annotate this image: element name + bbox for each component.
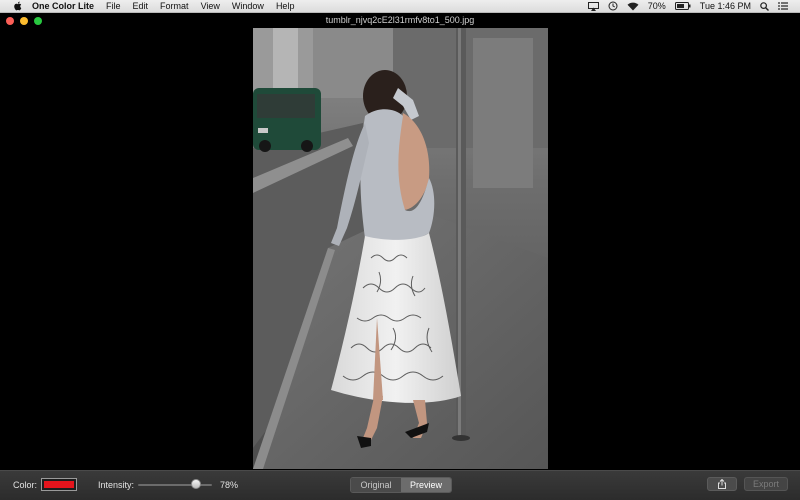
intensity-slider-knob[interactable] — [190, 479, 201, 489]
color-swatch[interactable] — [41, 478, 77, 491]
original-view-button[interactable]: Original — [351, 478, 401, 492]
menu-help[interactable]: Help — [276, 1, 295, 11]
share-icon — [718, 479, 726, 489]
menu-view[interactable]: View — [201, 1, 220, 11]
photo-preview[interactable] — [253, 28, 548, 469]
intensity-slider[interactable] — [138, 484, 212, 486]
intensity-value: 78% — [220, 480, 239, 490]
view-mode-segmented-control: Original Preview — [350, 477, 452, 493]
preview-view-button[interactable]: Preview — [401, 478, 451, 492]
menu-file[interactable]: File — [106, 1, 121, 11]
window-titlebar: tumblr_njvq2cE2l31rmfv8to1_500.jpg — [0, 13, 800, 28]
app-menu[interactable]: One Color Lite — [32, 1, 94, 11]
share-button[interactable] — [707, 477, 737, 491]
menu-bar: One Color Lite File Edit Format View Win… — [0, 0, 800, 13]
apple-menu-icon[interactable] — [10, 0, 24, 13]
menu-edit[interactable]: Edit — [133, 1, 149, 11]
menu-window[interactable]: Window — [232, 1, 264, 11]
export-button[interactable]: Export — [744, 477, 788, 491]
color-label: Color: — [13, 480, 38, 490]
menu-format[interactable]: Format — [160, 1, 189, 11]
intensity-label: Intensity: — [98, 480, 135, 490]
battery-percent: 70% — [647, 1, 666, 11]
notification-center-icon[interactable] — [778, 2, 788, 10]
spotlight-search-icon[interactable] — [760, 1, 769, 11]
color-swatch-fill — [44, 481, 74, 488]
window-title: tumblr_njvq2cE2l31rmfv8to1_500.jpg — [325, 15, 475, 25]
wifi-icon[interactable] — [627, 2, 639, 11]
battery-icon[interactable] — [674, 2, 691, 10]
bottom-toolbar: Color: Intensity: 78% Original Preview E… — [0, 470, 800, 500]
time-machine-icon[interactable] — [608, 1, 618, 11]
clock[interactable]: Tue 1:46 PM — [700, 1, 751, 11]
image-canvas — [0, 28, 800, 470]
airplay-icon[interactable] — [587, 1, 599, 11]
